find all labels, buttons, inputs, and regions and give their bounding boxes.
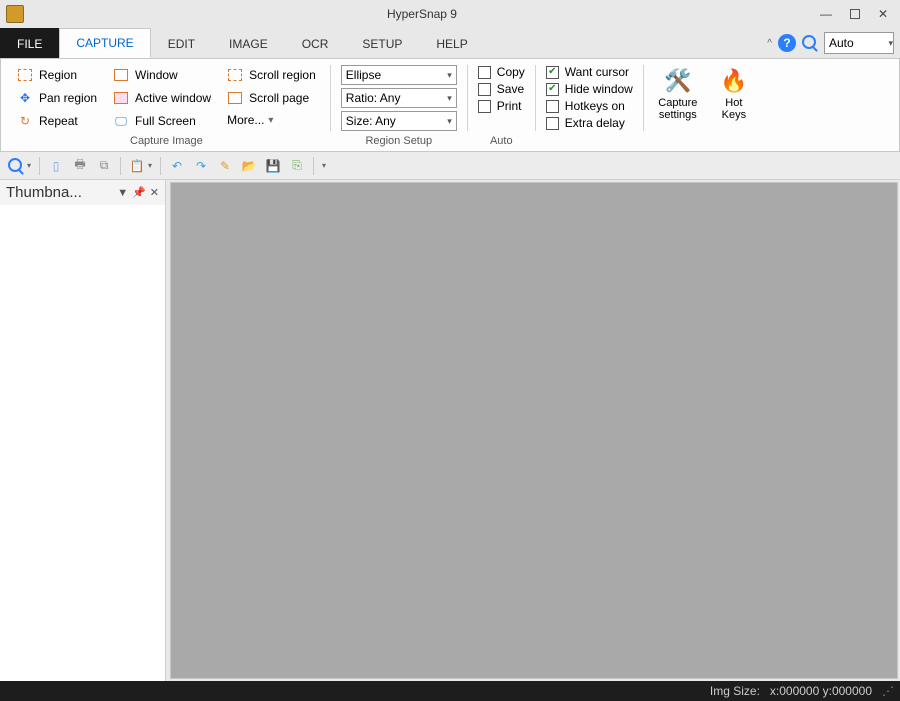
scroll-page-icon: [227, 90, 243, 106]
group-options: ✔Want cursor ✔Hide window Hotkeys on Ext…: [540, 63, 639, 149]
settings-icon: 🛠️: [662, 67, 694, 95]
full-screen-button[interactable]: 🖵Full Screen: [109, 111, 215, 131]
resize-grip-icon[interactable]: ⋰: [882, 684, 892, 698]
save-icon[interactable]: 💾: [263, 156, 283, 176]
scroll-region-icon: [227, 67, 243, 83]
canvas-area[interactable]: [170, 182, 898, 679]
status-bar: Img Size: x:000000 y:000000 ⋰: [0, 681, 900, 701]
hotkeys-on-checkbox[interactable]: Hotkeys on: [546, 99, 633, 113]
region-button[interactable]: Region: [13, 65, 101, 85]
undo-icon[interactable]: ↶: [167, 156, 187, 176]
toolbar-overflow-icon[interactable]: ▾: [322, 161, 326, 170]
tab-setup[interactable]: SETUP: [345, 28, 419, 58]
pin-icon[interactable]: 📌: [132, 186, 146, 199]
region-icon: [17, 67, 33, 83]
group-region-setup: Ellipse▾ Ratio: Any▾ Size: Any▾ Region S…: [335, 63, 463, 149]
hide-window-checkbox[interactable]: ✔Hide window: [546, 82, 633, 96]
magnifier-icon[interactable]: [802, 35, 818, 51]
copy-icon[interactable]: ⧉: [94, 156, 114, 176]
print-icon[interactable]: 🖶: [70, 156, 90, 176]
status-img-size-label: Img Size:: [710, 684, 760, 698]
tab-capture[interactable]: CAPTURE: [59, 28, 150, 58]
group-label: Auto: [472, 133, 531, 149]
window-icon: [113, 67, 129, 83]
hotkeys-icon: 🔥: [718, 67, 750, 95]
separator: [330, 65, 331, 131]
capture-settings-button[interactable]: 🛠️ Capture settings: [654, 65, 702, 123]
close-panel-icon[interactable]: ✕: [150, 186, 159, 199]
tab-image[interactable]: IMAGE: [212, 28, 285, 58]
chevron-down-icon: ▾: [268, 115, 273, 126]
zoom-select[interactable]: Auto ▾: [824, 32, 894, 54]
chevron-down-icon: ▾: [447, 93, 452, 104]
tab-file[interactable]: FILE: [0, 28, 59, 58]
close-button[interactable]: ✕: [878, 7, 888, 21]
ratio-select[interactable]: Ratio: Any▾: [341, 88, 457, 108]
title-bar: HyperSnap 9 — ✕: [0, 0, 900, 28]
help-icon[interactable]: ?: [778, 34, 796, 52]
group-capture-image: Region ✥Pan region ↻Repeat Window Active…: [7, 63, 326, 149]
quick-toolbar: ▾ ▯ 🖶 ⧉ 📋▾ ↶ ↷ ✎ 📂 💾 ⎘ ▾: [0, 152, 900, 180]
scroll-region-button[interactable]: Scroll region: [223, 65, 320, 85]
new-icon[interactable]: ▯: [46, 156, 66, 176]
open-folder-icon[interactable]: 📂: [239, 156, 259, 176]
status-coords: x:000000 y:000000: [770, 684, 872, 698]
size-select[interactable]: Size: Any▾: [341, 111, 457, 131]
full-screen-icon: 🖵: [113, 113, 129, 129]
copy-checkbox[interactable]: Copy: [478, 65, 525, 79]
ribbon-collapse-icon[interactable]: ^: [767, 38, 772, 49]
active-window-icon: [113, 90, 129, 106]
scroll-page-button[interactable]: Scroll page: [223, 88, 320, 108]
maximize-button[interactable]: [850, 9, 860, 19]
panel-title: Thumbna...: [6, 184, 113, 201]
chevron-down-icon: ▾: [447, 70, 452, 81]
want-cursor-checkbox[interactable]: ✔Want cursor: [546, 65, 633, 79]
pan-region-icon: ✥: [17, 90, 33, 106]
extra-delay-checkbox[interactable]: Extra delay: [546, 116, 633, 130]
chevron-down-icon: ▾: [447, 116, 452, 127]
redo-icon[interactable]: ↷: [191, 156, 211, 176]
separator: [467, 65, 468, 131]
tab-help[interactable]: HELP: [419, 28, 484, 58]
repeat-button[interactable]: ↻Repeat: [13, 111, 101, 131]
separator: [535, 65, 536, 131]
export-icon[interactable]: ⎘: [287, 156, 307, 176]
save-checkbox[interactable]: Save: [478, 82, 525, 96]
shape-select[interactable]: Ellipse▾: [341, 65, 457, 85]
tab-ocr[interactable]: OCR: [285, 28, 346, 58]
hot-keys-button[interactable]: 🔥 Hot Keys: [710, 65, 758, 123]
group-auto: Copy Save Print Auto: [472, 63, 531, 149]
magnifier-tool-icon[interactable]: [6, 156, 26, 176]
zoom-value: Auto: [829, 36, 854, 50]
paste-icon[interactable]: 📋: [127, 156, 147, 176]
tab-edit[interactable]: EDIT: [151, 28, 212, 58]
app-icon: [6, 5, 24, 23]
chevron-down-icon: ▾: [888, 38, 893, 49]
repeat-icon: ↻: [17, 113, 33, 129]
menu-bar: FILE CAPTURE EDIT IMAGE OCR SETUP HELP ^…: [0, 28, 900, 58]
group-label: Capture Image: [7, 133, 326, 149]
separator: [643, 65, 644, 131]
window-title: HyperSnap 9: [24, 7, 820, 21]
window-button[interactable]: Window: [109, 65, 215, 85]
panel-menu-icon[interactable]: ▼: [117, 187, 128, 199]
edit-icon[interactable]: ✎: [215, 156, 235, 176]
thumbnails-panel: Thumbna... ▼ 📌 ✕: [0, 180, 166, 681]
group-label: Region Setup: [335, 133, 463, 149]
ribbon: Region ✥Pan region ↻Repeat Window Active…: [0, 58, 900, 152]
pan-region-button[interactable]: ✥Pan region: [13, 88, 101, 108]
thumbnails-list: [0, 205, 165, 681]
more-button[interactable]: More...▾: [223, 111, 320, 129]
minimize-button[interactable]: —: [820, 7, 832, 21]
print-checkbox[interactable]: Print: [478, 99, 525, 113]
active-window-button[interactable]: Active window: [109, 88, 215, 108]
group-capture-settings: 🛠️ Capture settings 🔥 Hot Keys: [648, 63, 764, 149]
main-area: Thumbna... ▼ 📌 ✕: [0, 180, 900, 681]
